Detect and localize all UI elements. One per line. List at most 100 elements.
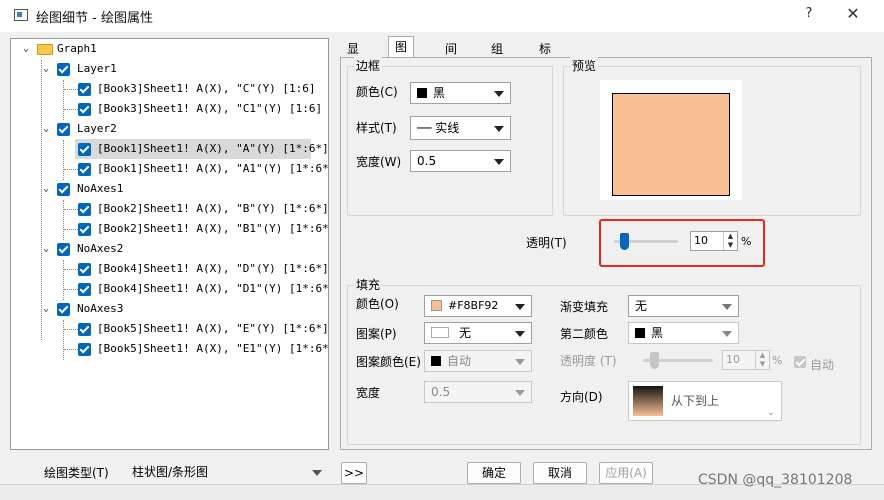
tree-item-plot[interactable]: [Book2]Sheet1! A(X), "B1"(Y) [1*:6*] [11,219,328,239]
checkbox-icon[interactable] [57,63,70,76]
help-button[interactable]: ? [798,6,820,26]
border-style-select[interactable]: ── 实线 [410,116,511,140]
border-width-value: 0.5 [417,154,437,168]
tree-item-noaxes3[interactable]: ⌄ NoAxes3 [11,299,328,319]
fill-width-select[interactable]: 0.5 [424,381,532,403]
tree-item-noaxes2[interactable]: ⌄ NoAxes2 [11,239,328,259]
tab-group[interactable]: 组图 [484,38,510,76]
checkbox-icon[interactable] [78,103,91,116]
tree-item-plot[interactable]: [Book4]Sheet1! A(X), "D"(Y) [1*:6*] [11,259,328,279]
color-swatch [635,327,645,338]
border-group-label: 边框 [354,57,383,74]
collapse-icon[interactable]: ⌄ [41,304,51,314]
second-color-select[interactable]: 黑 [628,322,739,344]
chevron-down-icon [515,390,525,396]
direction-value: 从下到上 [671,394,720,408]
tree-item-plot[interactable]: [Book1]Sheet1! A(X), "A1"(Y) [1*:6*] [11,159,328,179]
collapse-icon[interactable]: ⌄ [41,244,51,254]
gradient-select[interactable]: 无 [628,295,739,317]
checkbox-icon[interactable] [78,283,91,296]
tree-root[interactable]: ⌄ Graph1 [11,39,328,59]
title-bar: 绘图细节 - 绘图属性 ? ✕ [0,0,884,32]
second-color-label: 第二颜色 [560,327,609,341]
color-swatch [431,299,442,311]
tree-item-plot-selected[interactable]: [Book1]Sheet1! A(X), "A"(Y) [1*:6*] [75,139,328,159]
chevron-down-icon [722,331,732,337]
plot-type-value: 柱状图/条形图 [132,465,209,479]
chevron-down-icon: ⌄ [766,407,775,418]
fill-pattern-select[interactable]: 无 [424,322,532,344]
opacity-slider-thumb[interactable] [650,352,659,369]
tab-spacing[interactable]: 间距 [438,38,464,76]
gradient-value: 无 [635,299,648,313]
checkbox-icon[interactable] [78,203,91,216]
chevron-down-icon [515,331,525,337]
tree-item-plot[interactable]: [Book3]Sheet1! A(X), "C1"(Y) [1:6] [11,99,328,119]
opacity-label: 透明度 (T) [560,354,617,368]
border-style-value: ── 实线 [417,121,460,135]
border-width-select[interactable]: 0.5 [410,150,511,172]
tree-item-layer1[interactable]: ⌄ Layer1 [11,59,328,79]
plot-tree[interactable]: ⌄ Graph1 ⌄ Layer1 [Book3]Sheet1! A(X), "… [10,38,329,450]
pattern-color-select[interactable]: 自动 [424,350,532,372]
fill-color-label: 颜色(O) [356,297,399,311]
tree-item-plot[interactable]: [Book5]Sheet1! A(X), "E1"(Y) [1*:6*] [11,339,328,359]
border-color-select[interactable]: 黑 [410,82,511,104]
cancel-button[interactable]: 取消 [533,462,587,484]
fill-pattern-value: 无 [459,326,472,340]
tree-item-plot[interactable]: [Book4]Sheet1! A(X), "D1"(Y) [1*:6*] [11,279,328,299]
checkbox-icon[interactable] [78,163,91,176]
direction-select[interactable]: 从下到上 ⌄ [628,381,782,421]
ok-button[interactable]: 确定 [467,462,521,484]
checkbox-icon[interactable] [78,263,91,276]
border-color-value: 黑 [433,86,446,100]
auto-label: 自动 [810,358,835,372]
pattern-color-label: 图案颜色(E) [356,355,421,369]
tree-item-label: [Book5]Sheet1! A(X), "E1"(Y) [1*:6*] [97,342,329,355]
close-button[interactable]: ✕ [838,4,868,28]
checkbox-icon[interactable] [78,143,91,156]
border-color-label: 颜色(C) [356,85,398,99]
pattern-swatch [431,327,449,338]
tree-item-layer2[interactable]: ⌄ Layer2 [11,119,328,139]
spin-down-icon[interactable]: ▼ [755,360,769,369]
checkbox-icon[interactable] [57,243,70,256]
apply-button[interactable]: 应用(A) [599,462,653,484]
opacity-spinbox[interactable]: 10 ▲ ▼ [722,350,770,370]
plot-type-label: 绘图类型(T) [44,466,109,480]
tree-item-plot[interactable]: [Book3]Sheet1! A(X), "C"(Y) [1:6] [11,79,328,99]
watermark: CSDN @qq_38101208 [698,472,853,488]
border-style-label: 样式(T) [356,121,397,135]
collapse-icon[interactable]: ⌄ [21,44,31,54]
tree-item-label: [Book4]Sheet1! A(X), "D1"(Y) [1*:6*] [97,282,329,295]
checkbox-icon[interactable] [78,83,91,96]
color-swatch [431,355,441,366]
app-icon [14,9,28,21]
checkbox-icon[interactable] [78,323,91,336]
fill-width-value: 0.5 [431,385,451,399]
plot-type-select[interactable]: 柱状图/条形图 [126,462,328,484]
tree-item-plot[interactable]: [Book2]Sheet1! A(X), "B"(Y) [1*:6*] [11,199,328,219]
tab-labels[interactable]: 标签 [532,38,558,76]
tree-item-label: Layer1 [77,62,117,75]
checkbox-icon[interactable] [57,303,70,316]
checkbox-icon[interactable] [57,183,70,196]
checkbox-icon[interactable] [78,343,91,356]
checkbox-icon[interactable] [78,223,91,236]
spin-up-icon[interactable]: ▲ [755,351,769,360]
collapse-icon[interactable]: ⌄ [41,64,51,74]
tree-item-noaxes1[interactable]: ⌄ NoAxes1 [11,179,328,199]
tab-display[interactable]: 显示 [340,38,366,76]
tree-item-plot[interactable]: [Book5]Sheet1! A(X), "E"(Y) [1*:6*] [11,319,328,339]
chevron-down-icon [494,91,504,97]
checkbox-icon[interactable] [57,123,70,136]
fill-color-select[interactable]: #F8BF92 [424,295,532,317]
expand-button[interactable]: >> [341,462,367,484]
collapse-icon[interactable]: ⌄ [41,184,51,194]
pattern-color-value: 自动 [447,354,472,368]
fill-color-value: #F8BF92 [448,299,499,312]
tree-item-label: NoAxes2 [77,242,124,255]
collapse-icon[interactable]: ⌄ [41,124,51,134]
tab-pattern[interactable]: 图案 [388,36,415,74]
preview-swatch [612,93,730,196]
